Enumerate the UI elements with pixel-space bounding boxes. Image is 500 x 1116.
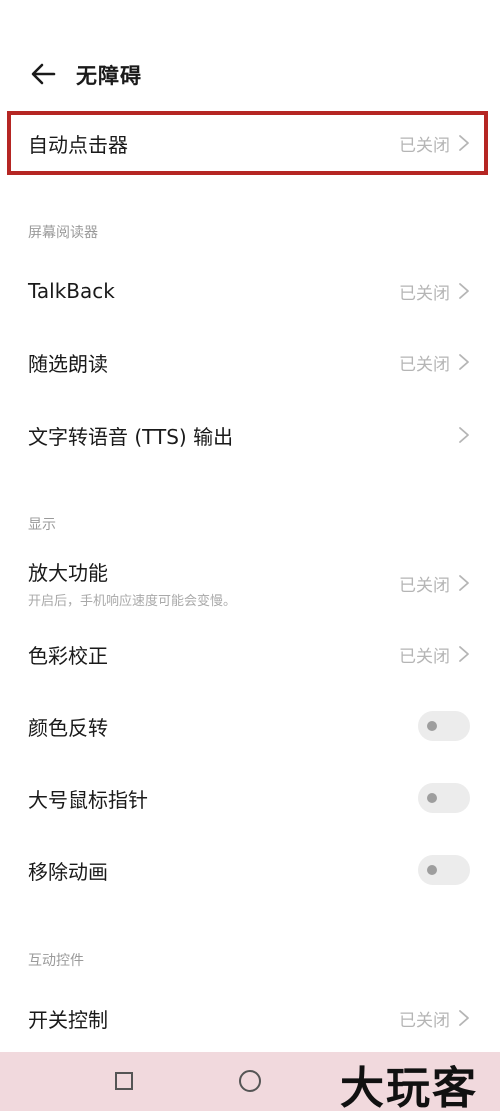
magnification-subtitle: 开启后，手机响应速度可能会变慢。: [28, 594, 237, 609]
auto-clicker-right: 已关闭: [399, 131, 470, 156]
select-to-speak-item[interactable]: 随选朗读 已关闭: [0, 331, 500, 393]
section-header-screen-reader: 屏幕阅读器: [28, 225, 98, 241]
color-inversion-toggle[interactable]: [418, 711, 470, 741]
remove-animations-toggle[interactable]: [418, 855, 470, 885]
large-pointer-right: [418, 783, 470, 813]
switch-access-right: 已关闭: [399, 1006, 470, 1031]
tts-output-label: 文字转语音 (TTS) 输出: [28, 424, 234, 449]
chevron-right-icon: [459, 354, 469, 370]
auto-clicker-item[interactable]: 自动点击器 已关闭: [0, 113, 500, 173]
magnification-item[interactable]: 放大功能 开启后，手机响应速度可能会变慢。 已关闭: [0, 552, 500, 614]
talkback-label: TalkBack: [28, 279, 115, 303]
magnification-texts: 放大功能 开启后，手机响应速度可能会变慢。: [28, 557, 236, 609]
page-title: 无障碍: [76, 64, 142, 88]
auto-clicker-label: 自动点击器: [28, 132, 128, 157]
section-header-interaction: 互动控件: [28, 953, 84, 969]
large-pointer-item: 大号鼠标指针: [0, 767, 500, 829]
switch-access-label: 开关控制: [28, 1007, 108, 1032]
switch-access-status: 已关闭: [399, 1010, 450, 1031]
magnification-status: 已关闭: [399, 575, 450, 596]
talkback-right: 已关闭: [399, 279, 470, 304]
color-inversion-label: 颜色反转: [28, 715, 108, 740]
color-correction-label: 色彩校正: [28, 643, 108, 668]
chevron-right-icon: [459, 646, 469, 662]
color-inversion-item: 颜色反转: [0, 695, 500, 757]
chevron-right-icon: [459, 427, 469, 443]
auto-clicker-status: 已关闭: [399, 135, 450, 156]
chevron-right-icon: [459, 283, 469, 299]
toggle-knob: [427, 865, 437, 875]
select-to-speak-status: 已关闭: [399, 354, 450, 375]
remove-animations-label: 移除动画: [28, 859, 108, 884]
watermark-logo: 大玩客: [340, 1063, 478, 1114]
large-pointer-toggle[interactable]: [418, 783, 470, 813]
app-header: 无障碍: [0, 40, 500, 110]
back-arrow-icon[interactable]: [28, 58, 60, 90]
magnification-right: 已关闭: [399, 571, 470, 596]
tts-output-item[interactable]: 文字转语音 (TTS) 输出: [0, 404, 500, 466]
chevron-right-icon: [459, 1010, 469, 1026]
chevron-right-icon: [459, 135, 469, 151]
home-icon[interactable]: [239, 1070, 261, 1092]
tts-output-right: [458, 426, 470, 444]
talkback-status: 已关闭: [399, 283, 450, 304]
section-header-display: 显示: [28, 517, 56, 533]
magnification-label: 放大功能: [28, 561, 108, 585]
remove-animations-item: 移除动画: [0, 839, 500, 901]
color-correction-item[interactable]: 色彩校正 已关闭: [0, 623, 500, 685]
toggle-knob: [427, 793, 437, 803]
switch-access-item[interactable]: 开关控制 已关闭: [0, 987, 500, 1049]
system-navigation-bar: 大玩客: [0, 1052, 500, 1114]
select-to-speak-right: 已关闭: [399, 350, 470, 375]
large-pointer-label: 大号鼠标指针: [28, 787, 148, 812]
remove-animations-right: [418, 855, 470, 885]
talkback-item[interactable]: TalkBack 已关闭: [0, 260, 500, 322]
select-to-speak-label: 随选朗读: [28, 351, 108, 376]
toggle-knob: [427, 721, 437, 731]
color-correction-right: 已关闭: [399, 642, 470, 667]
chevron-right-icon: [459, 575, 469, 591]
color-correction-status: 已关闭: [399, 646, 450, 667]
recent-apps-icon[interactable]: [115, 1072, 133, 1090]
color-inversion-right: [418, 711, 470, 741]
